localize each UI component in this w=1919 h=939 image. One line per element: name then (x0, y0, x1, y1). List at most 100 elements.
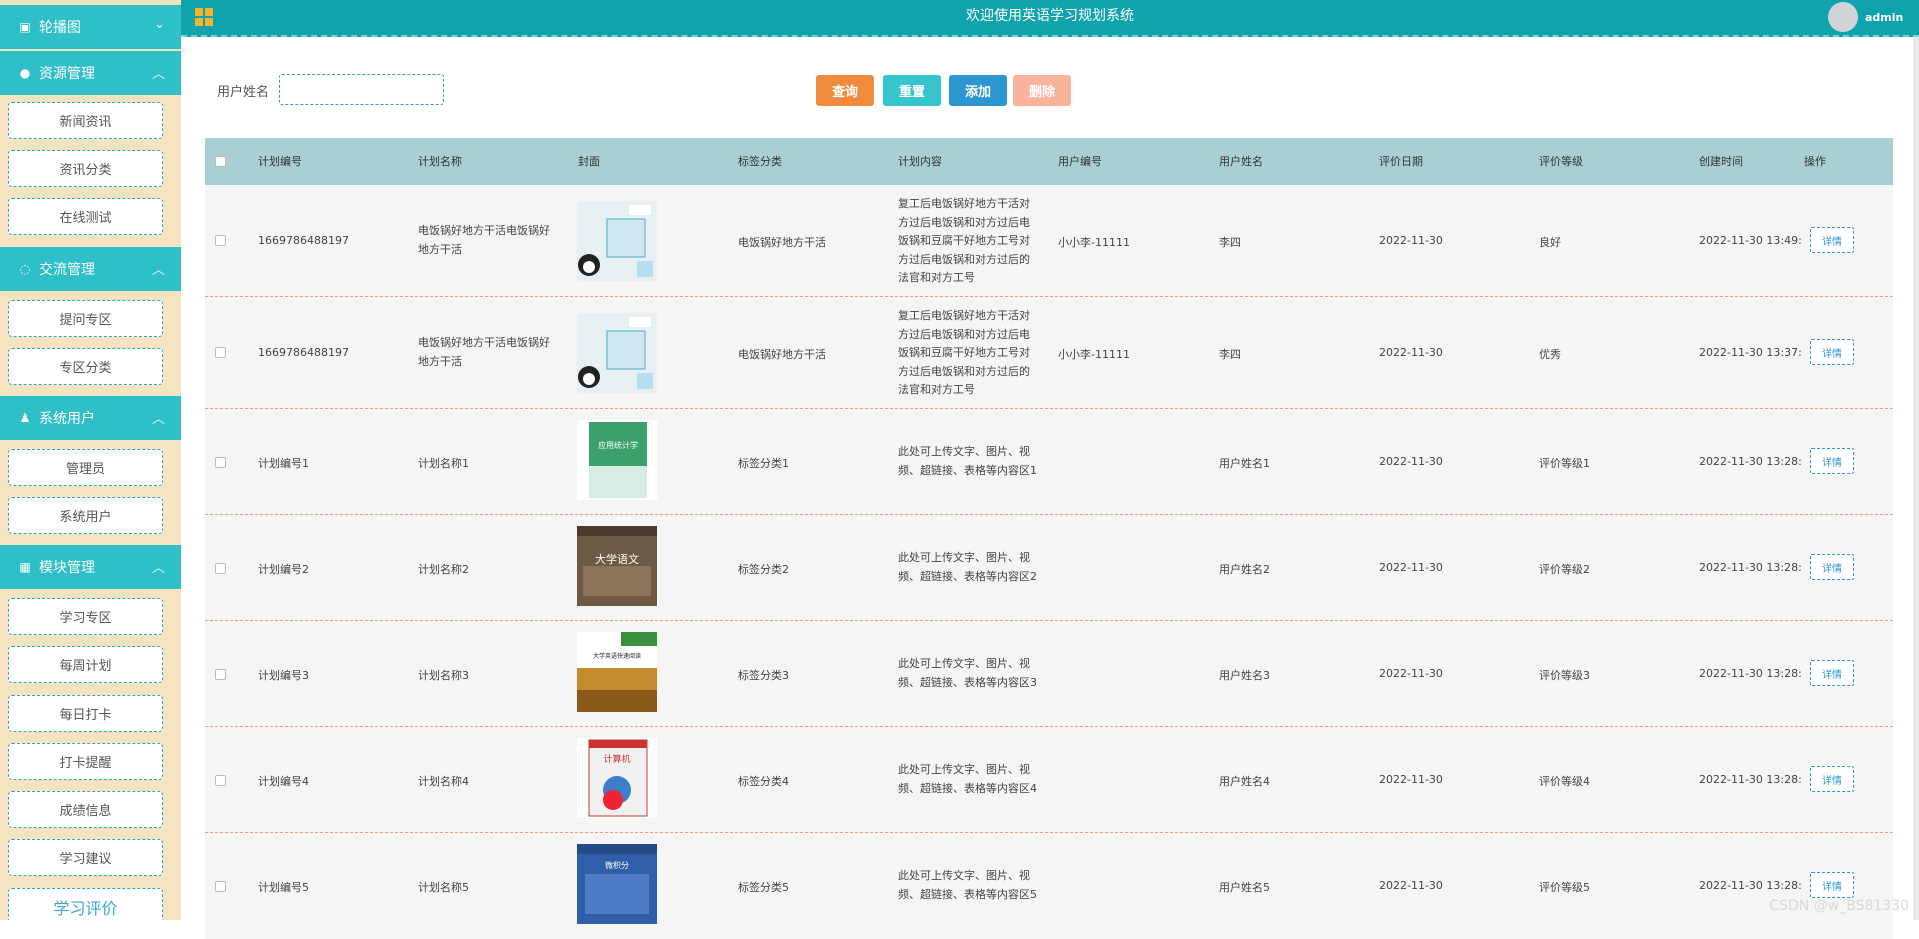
sidebar-item-online-test[interactable]: 在线测试 (8, 198, 163, 235)
sidebar-item-study-advice[interactable]: 学习建议 (8, 839, 163, 876)
cell-eval-grade: 评价等级1 (1539, 457, 1590, 470)
cell-created-time: 2022-11-30 13:28:4 (1699, 773, 1802, 786)
cell-tag: 标签分类5 (738, 881, 789, 894)
cover-image (577, 201, 657, 281)
sidebar-item-questions[interactable]: 提问专区 (8, 300, 163, 337)
cell-plan-name: 计划名称5 (418, 881, 469, 894)
row-checkbox[interactable] (215, 775, 226, 786)
detail-button[interactable]: 详情 (1810, 872, 1854, 898)
table-row: 1669786488197 电饭锅好地方干活电饭锅好地方干活 电饭锅好地方干活 … (205, 185, 1893, 297)
username[interactable]: admin (1865, 11, 1903, 24)
sidebar-item-daily-checkin[interactable]: 每日打卡 (8, 695, 163, 732)
menu-group-communication[interactable]: ◌ 交流管理 ︿ (0, 247, 181, 291)
cell-created-time: 2022-11-30 13:28:4 (1699, 455, 1802, 468)
menu-group-label: 模块管理 (39, 560, 95, 576)
cell-eval-date: 2022-11-30 (1379, 346, 1443, 359)
cell-eval-grade: 评价等级4 (1539, 775, 1590, 788)
cell-plan-code: 计划编号4 (258, 775, 309, 788)
table-row: 计划编号1 计划名称1 应用统计学 标签分类1 此处可上传文字、图片、视频、超链… (205, 409, 1893, 515)
column-header: 计划名称 (418, 155, 462, 168)
cover-title: 微积分 (605, 860, 629, 870)
row-checkbox[interactable] (215, 235, 226, 246)
chevron-down-icon: ⌄ (154, 17, 165, 32)
sidebar-item-grades[interactable]: 成绩信息 (8, 791, 163, 828)
table-row: 计划编号2 计划名称2 大学语文 标签分类2 此处可上传文字、图片、视频、超链接… (205, 515, 1893, 621)
cell-eval-grade: 评价等级2 (1539, 563, 1590, 576)
avatar[interactable] (1828, 2, 1858, 32)
cell-content: 复工后电饭锅好地方干活对方过后电饭锅和对方过后电饭锅和豆腐干好地方工号对方过后电… (898, 197, 1030, 284)
cell-eval-grade: 良好 (1539, 236, 1561, 249)
cell-eval-date: 2022-11-30 (1379, 773, 1443, 786)
cover-title: 应用统计学 (598, 440, 638, 450)
search-input[interactable] (279, 74, 444, 105)
sidebar-item-news[interactable]: 新闻资讯 (8, 102, 163, 139)
cell-user-id: 小小李-11111 (1058, 236, 1130, 249)
chevron-up-icon: ︿ (151, 263, 165, 278)
cell-eval-date: 2022-11-30 (1379, 879, 1443, 892)
detail-button[interactable]: 详情 (1810, 339, 1854, 365)
user-icon: ♟ (19, 411, 31, 425)
sidebar-item-study-evaluation[interactable]: 学习评价 (8, 888, 163, 920)
menu-group-carousel[interactable]: ▣ 轮播图 ⌄ (0, 5, 181, 49)
sidebar-item-admins[interactable]: 管理员 (8, 449, 163, 486)
cell-tag: 电饭锅好地方干活 (738, 348, 826, 361)
table-header: 计划编号 计划名称 封面 标签分类 计划内容 用户编号 用户姓名 评价日期 评价… (205, 138, 1893, 185)
detail-button[interactable]: 详情 (1810, 660, 1854, 686)
image-icon: ▣ (19, 20, 31, 34)
cover-image (577, 313, 657, 393)
add-button[interactable]: 添加 (949, 75, 1007, 106)
cell-user-id: 小小李-11111 (1058, 348, 1130, 361)
cell-plan-code: 1669786488197 (258, 234, 349, 247)
cell-eval-grade: 评价等级3 (1539, 669, 1590, 682)
chat-bubble-icon: ◌ (19, 262, 31, 276)
delete-button[interactable]: 删除 (1013, 75, 1071, 106)
cell-plan-code: 计划编号3 (258, 669, 309, 682)
row-checkbox[interactable] (215, 347, 226, 358)
cover-image: 大学英语快速阅读 (577, 632, 657, 712)
menu-group-system-users[interactable]: ♟ 系统用户 ︿ (0, 396, 181, 440)
row-checkbox[interactable] (215, 669, 226, 680)
cell-eval-date: 2022-11-30 (1379, 455, 1443, 468)
sidebar-item-study-zone[interactable]: 学习专区 (8, 598, 163, 635)
row-checkbox[interactable] (215, 457, 226, 468)
detail-button[interactable]: 详情 (1810, 766, 1854, 792)
top-bar: 欢迎使用英语学习规划系统 admin (181, 0, 1919, 37)
table-row: 计划编号4 计划名称4 计算机 标签分类4 此处可上传文字、图片、视频、超链接、… (205, 727, 1893, 833)
column-header: 评价等级 (1539, 155, 1583, 168)
detail-button[interactable]: 详情 (1810, 448, 1854, 474)
menu-group-modules[interactable]: ▦ 模块管理 ︿ (0, 545, 181, 589)
cell-user-name: 用户姓名4 (1219, 775, 1270, 788)
query-button[interactable]: 查询 (816, 75, 874, 106)
table-row: 1669786488197 电饭锅好地方干活电饭锅好地方干活 电饭锅好地方干活 … (205, 297, 1893, 409)
cover-title: 大学英语快速阅读 (593, 652, 641, 660)
cover-image: 计算机 (577, 738, 657, 818)
detail-button[interactable]: 详情 (1810, 227, 1854, 253)
cell-user-name: 李四 (1219, 236, 1241, 249)
cell-content: 此处可上传文字、图片、视频、超链接、表格等内容区3 (898, 657, 1037, 689)
menu-group-label: 资源管理 (39, 66, 95, 82)
sidebar-item-checkin-reminder[interactable]: 打卡提醒 (8, 743, 163, 780)
column-header: 计划内容 (898, 155, 942, 168)
chevron-up-icon: ︿ (151, 412, 165, 427)
vertical-scrollbar[interactable] (1913, 37, 1919, 920)
row-checkbox[interactable] (215, 881, 226, 892)
cell-content: 此处可上传文字、图片、视频、超链接、表格等内容区5 (898, 869, 1037, 901)
cover-image: 应用统计学 (577, 420, 657, 500)
sidebar-item-weekly-plan[interactable]: 每周计划 (8, 646, 163, 683)
menu-group-resources[interactable]: ● 资源管理 ︿ (0, 51, 181, 95)
cell-user-name: 用户姓名5 (1219, 881, 1270, 894)
sidebar-item-system-users[interactable]: 系统用户 (8, 497, 163, 534)
chevron-up-icon: ︿ (151, 561, 165, 576)
page-title: 欢迎使用英语学习规划系统 (966, 8, 1134, 24)
cell-content: 此处可上传文字、图片、视频、超链接、表格等内容区1 (898, 445, 1037, 477)
sidebar-item-zone-category[interactable]: 专区分类 (8, 348, 163, 385)
detail-button[interactable]: 详情 (1810, 554, 1854, 580)
cell-user-name: 用户姓名2 (1219, 563, 1270, 576)
reset-button[interactable]: 重置 (883, 75, 941, 106)
column-header: 用户编号 (1058, 155, 1102, 168)
menu-group-label: 轮播图 (39, 20, 81, 36)
row-checkbox[interactable] (215, 563, 226, 574)
select-all-checkbox[interactable] (215, 156, 226, 167)
menu-group-label: 交流管理 (39, 262, 95, 278)
sidebar-item-news-category[interactable]: 资讯分类 (8, 150, 163, 187)
